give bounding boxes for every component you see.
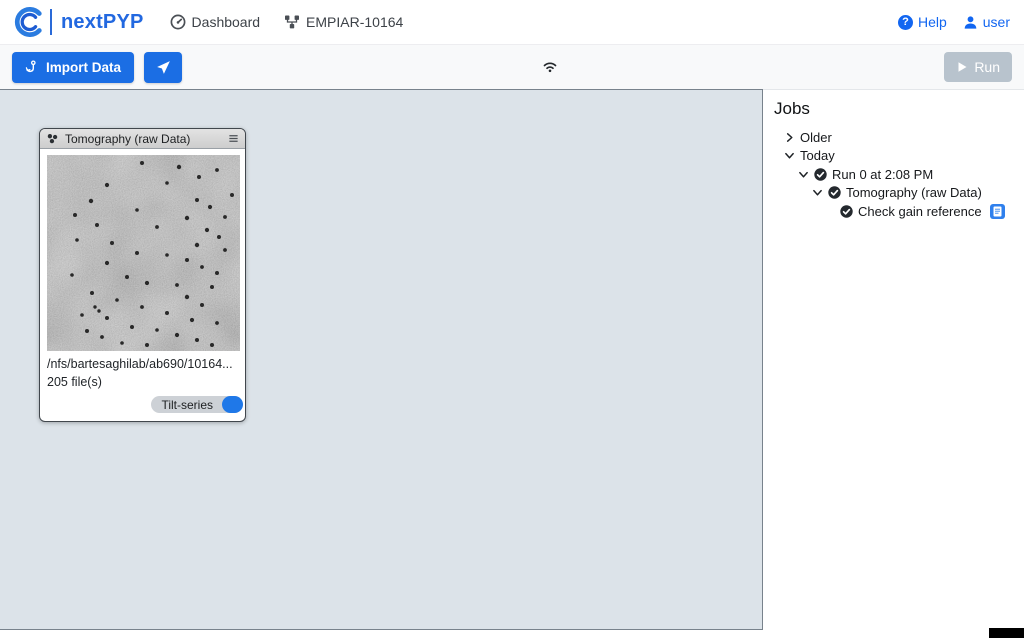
- breadcrumb-dashboard-label: Dashboard: [192, 14, 261, 30]
- toggle-knob: [222, 396, 243, 413]
- connection-status-icon: [540, 56, 560, 76]
- footer-strip: [0, 630, 1024, 638]
- jobs-tree-label: Older: [800, 130, 832, 145]
- chevron-down-icon[interactable]: [798, 169, 809, 180]
- toggle-row: Tilt-series: [47, 396, 243, 413]
- brand-divider: [50, 9, 52, 35]
- run-label: Run: [974, 59, 1000, 75]
- run-button[interactable]: Run: [944, 52, 1012, 82]
- check-circle-icon: [840, 205, 853, 218]
- jobs-tree-label: Tomography (raw Data): [846, 185, 982, 200]
- block-card-body: /nfs/bartesaghilab/ab690/10164... 205 fi…: [40, 149, 245, 421]
- check-circle-icon: [814, 168, 827, 181]
- help-link[interactable]: Help: [898, 14, 947, 30]
- tomography-icon: [46, 132, 59, 145]
- jobs-tree-label: Check gain reference: [858, 204, 982, 219]
- project-toolbar: Import Data Run: [0, 45, 1024, 89]
- import-hook-icon: [25, 60, 39, 74]
- tilt-series-toggle-label: Tilt-series: [151, 398, 222, 412]
- micrograph-thumbnail: [47, 155, 240, 351]
- user-icon: [963, 15, 978, 30]
- launch-button[interactable]: [144, 52, 182, 83]
- log-file-icon[interactable]: [990, 204, 1005, 219]
- user-menu[interactable]: user: [963, 14, 1010, 30]
- chevron-right-icon[interactable]: [784, 132, 795, 143]
- tilt-series-toggle[interactable]: Tilt-series: [151, 396, 243, 413]
- play-icon: [956, 61, 968, 73]
- top-navbar: nextPYP Dashboard EMPIAR-: [0, 0, 1024, 45]
- jobs-tree-item-older[interactable]: Older: [772, 128, 1018, 147]
- chevron-down-icon[interactable]: [812, 187, 823, 198]
- nextpyp-swirl-icon: [14, 7, 44, 37]
- screen-corner-artifact: [989, 628, 1024, 638]
- jobs-tree-item-tomography[interactable]: Tomography (raw Data): [772, 184, 1018, 203]
- breadcrumb-project[interactable]: EMPIAR-10164: [284, 14, 403, 30]
- breadcrumb: Dashboard EMPIAR-10164: [170, 14, 404, 30]
- jobs-tree-item-run0[interactable]: Run 0 at 2:08 PM: [772, 165, 1018, 184]
- tomography-block-card[interactable]: Tomography (raw Data): [39, 128, 246, 422]
- help-icon: [898, 15, 913, 30]
- block-file-count: 205 file(s): [47, 375, 238, 389]
- block-card-title: Tomography (raw Data): [65, 132, 190, 146]
- main-area: Tomography (raw Data): [0, 89, 1024, 630]
- breadcrumb-dashboard[interactable]: Dashboard: [170, 14, 261, 30]
- app-logo[interactable]: nextPYP: [14, 7, 144, 37]
- jobs-tree-label: Run 0 at 2:08 PM: [832, 167, 933, 182]
- project-canvas[interactable]: Tomography (raw Data): [0, 89, 763, 630]
- block-card-header[interactable]: Tomography (raw Data): [40, 129, 245, 149]
- jobs-tree-item-check-gain[interactable]: Check gain reference: [772, 202, 1018, 221]
- project-diagram-icon: [284, 14, 300, 30]
- breadcrumb-project-label: EMPIAR-10164: [306, 14, 403, 30]
- jobs-tree-item-today[interactable]: Today: [772, 147, 1018, 166]
- user-label: user: [983, 14, 1010, 30]
- jobs-panel: Jobs Older Today Run 0 at 2:08 PM: [763, 89, 1024, 630]
- jobs-tree-label: Today: [800, 148, 835, 163]
- chevron-down-icon[interactable]: [784, 150, 795, 161]
- import-data-label: Import Data: [46, 60, 121, 75]
- paper-plane-icon: [156, 60, 171, 75]
- check-circle-icon: [828, 186, 841, 199]
- block-menu-icon[interactable]: [228, 133, 239, 144]
- brand-name: nextPYP: [61, 11, 144, 34]
- block-data-path: /nfs/bartesaghilab/ab690/10164...: [47, 357, 238, 371]
- help-label: Help: [918, 14, 947, 30]
- gauge-icon: [170, 14, 186, 30]
- jobs-panel-title: Jobs: [774, 99, 1018, 119]
- navbar-right: Help user: [898, 14, 1010, 30]
- import-data-button[interactable]: Import Data: [12, 52, 134, 83]
